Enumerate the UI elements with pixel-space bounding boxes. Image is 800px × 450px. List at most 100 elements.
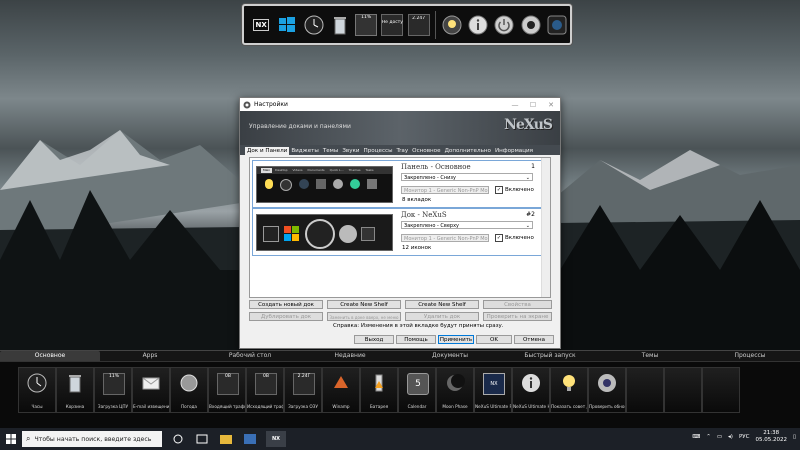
create-shelf-button-2[interactable]: Create New Shelf <box>405 300 479 309</box>
shelf-tab-apps[interactable]: Apps <box>100 351 200 361</box>
check-screen-button[interactable]: Проверить на экране <box>483 312 552 321</box>
exit-button[interactable]: Выход <box>354 335 394 344</box>
monitor-select[interactable]: Монитор 1 - Generic Non-PnP Mo <box>401 234 489 242</box>
shelf-items: Часы Корзина 11% Загрузка ЦПУ E-mail изве… <box>18 367 740 413</box>
enabled-checkbox[interactable]: ✓ Включено <box>495 186 534 194</box>
weather-icon <box>381 13 404 36</box>
language-indicator[interactable]: РУС <box>739 434 750 440</box>
chevron-up-icon[interactable]: ⌃ <box>706 434 711 440</box>
list-scrollbar[interactable] <box>541 158 550 297</box>
nexus-taskbar-icon[interactable]: NX <box>266 431 286 447</box>
dock-item-cpu[interactable]: 11% <box>355 13 378 37</box>
shelf-item-label: Загрузка ОЗУ <box>288 404 318 409</box>
shelf-item-net-out[interactable]: 0B Исходящий трафик <box>246 367 284 413</box>
task-view-icon[interactable] <box>194 431 210 447</box>
notifications-icon[interactable]: ▯ <box>793 434 796 440</box>
dock-item-info[interactable] <box>467 13 489 37</box>
dock-item-network[interactable]: 2.247 <box>407 13 430 37</box>
move-dock-button[interactable]: Заменить в доке вверх, не меню <box>327 312 401 321</box>
dock-item-recycle[interactable] <box>329 13 351 37</box>
app-icon[interactable] <box>242 431 258 447</box>
bottom-shelf: Основное Apps Рабочий стол Недавние Доку… <box>0 350 800 429</box>
position-select[interactable]: Закреплено - Сверху ⌄ <box>401 221 533 229</box>
tab-general[interactable]: Основное <box>410 147 442 155</box>
shelf-item-ram[interactable]: 2.24Г Загрузка ОЗУ <box>284 367 322 413</box>
properties-button[interactable]: Свойства <box>483 300 552 309</box>
shelf-tab-themes[interactable]: Темы <box>600 351 700 361</box>
shelf-item-winamp[interactable]: Winamp <box>322 367 360 413</box>
list-item-panel[interactable]: Main Desktop Videos Documents Quick L...… <box>252 160 542 208</box>
tab-processes[interactable]: Процессы <box>362 147 395 155</box>
shelf-item-tips[interactable]: Показать совет д <box>550 367 588 413</box>
windows-taskbar: ⌕ Чтобы начать поиск, введите здесь NX ⌨… <box>0 428 800 450</box>
dock-item-clock[interactable] <box>303 13 325 37</box>
shelf-item-net-in[interactable]: 0B Входящий трафик <box>208 367 246 413</box>
shelf-tab-processes[interactable]: Процессы <box>700 351 800 361</box>
apply-button[interactable]: Применить <box>438 335 474 344</box>
tab-sounds[interactable]: Звуки <box>340 147 361 155</box>
net-out-value: 0B <box>263 374 269 379</box>
shelf-item-weather[interactable]: Погода <box>170 367 208 413</box>
duplicate-dock-button[interactable]: Дублировать док <box>249 312 323 321</box>
volume-icon[interactable]: ◂) <box>728 434 733 440</box>
shelf-item-battery[interactable]: Батарея <box>360 367 398 413</box>
shelf-item-label: Исходящий трафик <box>247 404 283 409</box>
tab-docks-panels[interactable]: Док и Панели <box>245 147 290 155</box>
dock-item-power[interactable] <box>493 13 515 37</box>
create-dock-button[interactable]: Создать новый док <box>249 300 323 309</box>
position-select[interactable]: Закреплено - Снизу ⌄ <box>401 173 533 181</box>
shelf-item-recycle[interactable]: Корзина <box>56 367 94 413</box>
shelf-tab-main[interactable]: Основное <box>0 351 100 361</box>
close-button[interactable]: ✕ <box>542 101 560 109</box>
dock-item-start[interactable] <box>276 13 298 37</box>
shelf-tab-desktop[interactable]: Рабочий стол <box>200 351 300 361</box>
shelf-item-cpu[interactable]: 11% Загрузка ЦПУ <box>94 367 132 413</box>
create-shelf-button[interactable]: Create New Shelf <box>327 300 401 309</box>
shelf-item-clock[interactable]: Часы <box>18 367 56 413</box>
dock-item-camera[interactable] <box>546 13 568 37</box>
ram-meter-icon: 2.24Г <box>293 373 315 395</box>
help-button[interactable]: Помощь <box>396 335 436 344</box>
dock-item-webcam[interactable] <box>519 13 541 37</box>
cancel-button[interactable]: Отмена <box>514 335 554 344</box>
shelf-tabs: Основное Apps Рабочий стол Недавние Доку… <box>0 351 800 362</box>
help-text: Справка: Изменения в этой вкладке будут … <box>333 323 504 329</box>
disc-icon <box>333 179 343 189</box>
dock-item-nexus[interactable]: NX <box>250 13 272 37</box>
delete-dock-button[interactable]: Удалить док <box>405 312 479 321</box>
window-title: Настройки <box>254 101 288 108</box>
keyboard-icon[interactable]: ⌨ <box>692 434 700 440</box>
shelf-item-calendar[interactable]: 5 Calendar <box>398 367 436 413</box>
clock-icon <box>304 15 324 34</box>
enabled-checkbox[interactable]: ✓ Включено <box>495 234 534 242</box>
tab-themes[interactable]: Темы <box>321 147 341 155</box>
monitor-select[interactable]: Монитор 1 - Generic Non-PnP Mo <box>401 186 489 194</box>
globe-icon <box>299 179 309 189</box>
shelf-tab-quick-launch[interactable]: Быстрый запуск <box>500 351 600 361</box>
shelf-item-update[interactable]: Проверить обнов <box>588 367 626 413</box>
shelf-tab-recent[interactable]: Недавние <box>300 351 400 361</box>
ok-button[interactable]: OK <box>476 335 512 344</box>
tab-advanced[interactable]: Дополнительно <box>443 147 493 155</box>
tab-tray[interactable]: Tray <box>395 147 411 155</box>
list-item-dock[interactable]: Док - NeXuS #2 Закреплено - Сверху ⌄ Мони… <box>252 208 542 256</box>
windows-start-icon[interactable] <box>6 434 16 444</box>
shelf-item-moon[interactable]: Moon Phase <box>436 367 474 413</box>
taskbar-search[interactable]: ⌕ Чтобы начать поиск, введите здесь <box>22 431 162 447</box>
ram-value: 2.24Г <box>297 374 311 379</box>
shelf-item-nexus-pr[interactable]: NX NeXuS Ultimate Pr <box>474 367 512 413</box>
shelf-item-nexus-help[interactable]: NeXuS Ultimate H <box>512 367 550 413</box>
shelf-item-email[interactable]: E-mail извещение <box>132 367 170 413</box>
dock-item-weather[interactable]: Не досту <box>381 13 404 37</box>
dock-item-tips[interactable] <box>441 13 463 37</box>
tab-widgets[interactable]: Виджеты <box>289 147 321 155</box>
network-icon[interactable]: ▭ <box>717 434 722 440</box>
minimize-button[interactable]: — <box>506 101 524 109</box>
cortana-icon[interactable] <box>170 431 186 447</box>
tab-information[interactable]: Информация <box>493 147 535 155</box>
file-explorer-icon[interactable] <box>218 431 234 447</box>
maximize-button[interactable]: ☐ <box>524 101 542 109</box>
taskbar-clock[interactable]: 21:38 05.05.2022 <box>755 430 787 444</box>
shelf-tab-documents[interactable]: Документы <box>400 351 500 361</box>
window-titlebar[interactable]: Настройки — ☐ ✕ <box>240 98 560 111</box>
